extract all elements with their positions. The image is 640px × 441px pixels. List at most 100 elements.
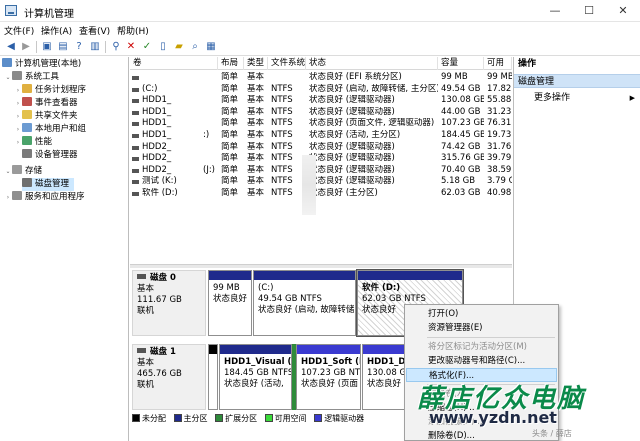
column-status[interactable]: 状态	[306, 57, 438, 70]
table-row[interactable]: HDD1_ 简单 基本 NTFS 状态良好 (活动, 主分区) 184.45 GB 19.7…	[130, 130, 512, 142]
menu-change-drive-letter[interactable]: 更改驱动器号和路径(C)...	[406, 354, 557, 368]
partition-unallocated[interactable]	[208, 344, 218, 410]
close-button[interactable]: ✕	[606, 0, 640, 22]
cell-cap: 184.45 GB	[441, 130, 484, 140]
menu-file[interactable]: 文件(F)	[4, 24, 34, 37]
maximize-button[interactable]: ☐	[572, 0, 606, 22]
cell-fs: NTFS	[271, 164, 293, 175]
table-row[interactable]: (C:) 简单 基本 NTFS 状态良好 (启动, 故障转储, 主分区) 49.54 GB…	[130, 84, 512, 96]
actions-section-disk-management[interactable]: 磁盘管理	[514, 74, 640, 88]
toolbar-separator	[105, 41, 106, 53]
collapse-icon[interactable]: ⌄	[4, 71, 12, 84]
expand-icon[interactable]: ›	[14, 97, 22, 110]
tree-shared-folders[interactable]: › 共享文件夹	[14, 110, 78, 123]
table-row[interactable]: HDD2_ 简单 基本 NTFS 状态良好 (逻辑驱动器) 315.76 GB 39.79	[130, 153, 512, 165]
partition-c[interactable]: (C:) 49.54 GB NTFS 状态良好 (启动, 故障转储,	[253, 270, 356, 336]
menu-format[interactable]: 格式化(F)...	[406, 368, 557, 382]
table-row[interactable]: HDD2_ 简单 基本 NTFS 状态良好 (逻辑驱动器) 70.40 GB 38.59 (J…	[130, 165, 512, 177]
minimize-button[interactable]: —	[538, 0, 572, 22]
help-icon[interactable]: ?	[72, 40, 86, 54]
tree-system-tools[interactable]: ⌄ 系统工具	[4, 71, 59, 84]
table-row[interactable]: HDD1_ 简单 基本 NTFS 状态良好 (页面文件, 逻辑驱动器) 107.23 GB…	[130, 118, 512, 130]
column-free[interactable]: 可用	[484, 57, 512, 70]
legend-swatch	[314, 414, 323, 422]
cell-free: 99 MB	[487, 72, 512, 82]
cell-cap: 49.54 GB	[441, 83, 481, 94]
tree-disk-management[interactable]: 磁盘管理	[22, 178, 74, 191]
menu-shrink-volume[interactable]: 压缩卷(H)...	[406, 401, 557, 415]
menu-open[interactable]: 打开(O)	[406, 307, 557, 321]
more-actions[interactable]: 更多操作 ▶	[514, 91, 640, 105]
partition-line: 状态良好	[213, 294, 248, 304]
tree-root[interactable]: 计算机管理(本地)	[2, 58, 81, 71]
menu-mark-active[interactable]: 将分区标记为活动分区(M)	[406, 340, 557, 354]
tree-local-users[interactable]: › 本地用户和组	[14, 123, 86, 136]
expand-icon[interactable]: ›	[14, 136, 22, 149]
table-row[interactable]: 简单 基本 状态良好 (EFI 系统分区) 99 MB 99 MB	[130, 72, 512, 84]
view-icon[interactable]: ▦	[204, 40, 218, 54]
context-menu: 打开(O) 资源管理器(E) 将分区标记为活动分区(M) 更改驱动器号和路径(C…	[404, 304, 559, 441]
cell-free: 39.79	[487, 153, 512, 164]
expand-icon[interactable]: ›	[14, 84, 22, 97]
tree-storage[interactable]: ⌄ 存储	[4, 165, 42, 178]
partition-line: HDD1_Visual (	[224, 357, 292, 367]
cell-vol: HDD1_	[142, 118, 172, 129]
menu-add-mirror[interactable]: 添加镜像(A)...	[406, 415, 557, 429]
connect-icon[interactable]: ⚲	[109, 40, 123, 54]
title-bar: 计算机管理 — ☐ ✕	[0, 0, 640, 22]
partition-bar	[254, 271, 355, 280]
delete-icon[interactable]: ✕	[124, 40, 138, 54]
tree-device-manager[interactable]: 设备管理器	[22, 149, 78, 162]
table-row[interactable]: 测试 (K:) 简单 基本 NTFS 状态良好 (逻辑驱动器) 5.18 GB 3.79 G	[130, 176, 512, 188]
partition-efi[interactable]: 99 MB 状态良好	[208, 270, 252, 336]
table-row[interactable]: 软件 (D:) 简单 基本 NTFS 状态良好 (主分区) 62.03 GB 40.98	[130, 188, 512, 200]
column-capacity[interactable]: 容量	[438, 57, 484, 70]
column-volume[interactable]: 卷	[130, 57, 218, 70]
tree-performance[interactable]: › 性能	[14, 136, 52, 149]
menu-delete-volume[interactable]: 删除卷(D)...	[406, 429, 557, 440]
expand-icon[interactable]: ›	[4, 191, 12, 204]
tools-icon	[12, 71, 22, 80]
menu-extend-volume[interactable]: 扩展卷(X)...	[406, 387, 557, 401]
menu-view[interactable]: 查看(V)	[79, 24, 110, 37]
disk-0-name: 磁盘 0	[137, 273, 205, 284]
up-level-icon[interactable]: ▣	[40, 40, 54, 54]
volume-icon	[132, 110, 139, 115]
volume-list-header: 卷 布局 类型 文件系统 状态 容量 可用	[130, 57, 512, 70]
expand-icon[interactable]: ›	[14, 123, 22, 136]
expand-icon[interactable]: ›	[14, 110, 22, 123]
partition-hdd1-visual[interactable]: HDD1_Visual ( 184.45 GB NTFS 状态良好 (活动,	[219, 344, 292, 410]
table-row[interactable]: HDD1_ 简单 基本 NTFS 状态良好 (逻辑驱动器) 44.00 GB 31.23	[130, 107, 512, 119]
disk-1-label[interactable]: 磁盘 1 基本 465.76 GB 联机	[132, 344, 206, 410]
redacted-area	[302, 155, 316, 215]
cell-type: 基本	[247, 176, 265, 187]
tree-services-apps[interactable]: › 服务和应用程序	[4, 191, 85, 204]
back-icon[interactable]: ◀	[4, 40, 18, 54]
menu-explorer[interactable]: 资源管理器(E)	[406, 321, 557, 335]
document-icon[interactable]: ▯	[156, 40, 170, 54]
table-row[interactable]: HDD2_ 简单 基本 NTFS 状态良好 (逻辑驱动器) 74.42 GB 31.76	[130, 142, 512, 154]
menu-action[interactable]: 操作(A)	[41, 24, 72, 37]
collapse-icon[interactable]: ⌄	[4, 165, 12, 178]
cell-layout: 简单	[221, 72, 239, 82]
column-filesystem[interactable]: 文件系统	[268, 57, 306, 70]
volume-icon	[132, 180, 139, 185]
show-hide-tree-icon[interactable]: ▥	[88, 40, 102, 54]
table-row[interactable]: HDD1_ 简单 基本 NTFS 状态良好 (逻辑驱动器) 130.08 GB 55.88	[130, 95, 512, 107]
column-layout[interactable]: 布局	[218, 57, 244, 70]
tree-system-tools-label: 系统工具	[25, 72, 60, 82]
tree-task-scheduler[interactable]: › 任务计划程序	[14, 84, 86, 97]
disk-0-label[interactable]: 磁盘 0 基本 111.67 GB 联机	[132, 270, 206, 336]
partition-hdd1-soft[interactable]: HDD1_Soft (I 107.23 GB NTF 状态良好 (页面	[296, 344, 361, 410]
forward-icon[interactable]: ▶	[19, 40, 33, 54]
menu-help[interactable]: 帮助(H)	[117, 24, 149, 37]
cell-free: 31.23	[487, 106, 512, 117]
cell-vol: HDD2_	[142, 141, 172, 152]
search-icon[interactable]: ⌕	[188, 40, 202, 54]
tree-event-viewer[interactable]: › 事件查看器	[14, 97, 78, 110]
properties-icon[interactable]: ▤	[56, 40, 70, 54]
folder-icon[interactable]: ▰	[172, 40, 186, 54]
legend-swatch	[173, 414, 182, 422]
check-icon[interactable]: ✓	[140, 40, 154, 54]
column-type[interactable]: 类型	[244, 57, 268, 70]
